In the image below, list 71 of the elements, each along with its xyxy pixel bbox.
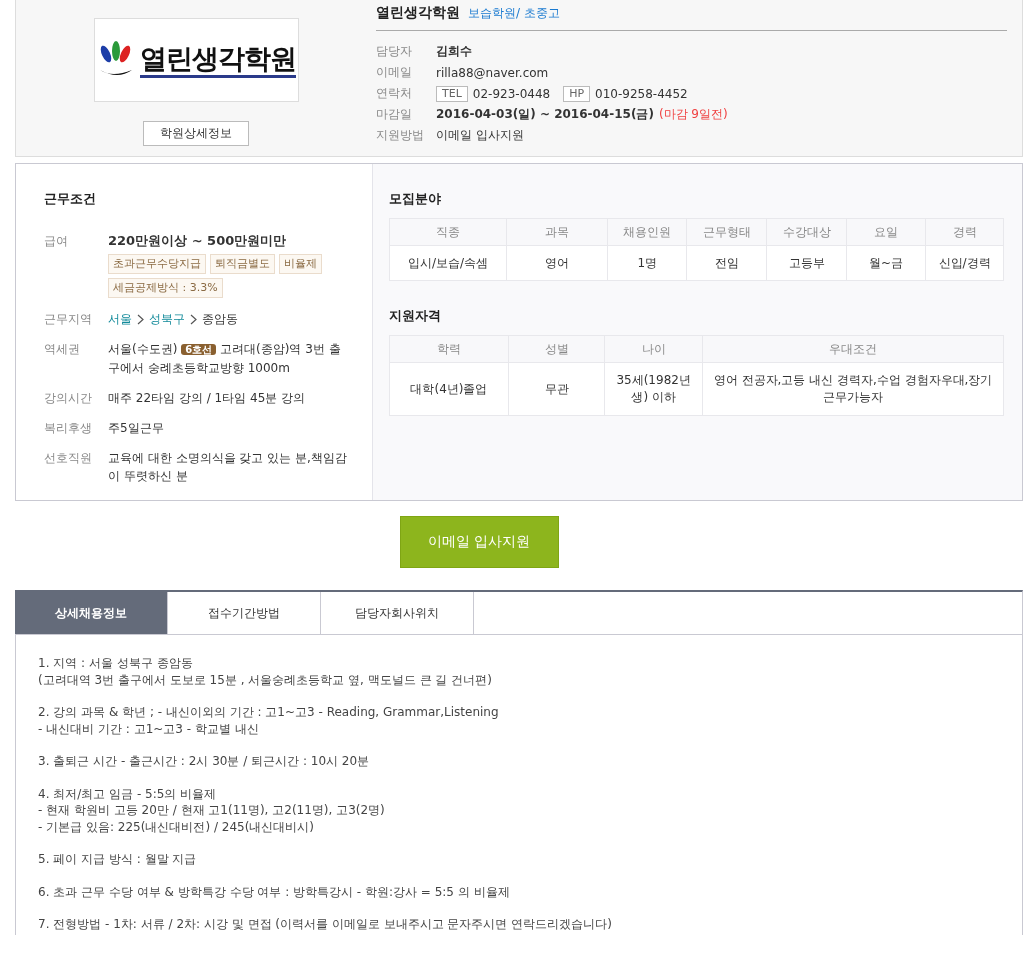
phone-type-tag: HP — [563, 85, 591, 102]
logo-text: 열린생각학원 — [140, 42, 296, 78]
field-label: 이메일 — [376, 64, 413, 81]
deadline-note: (마감 9일전) — [658, 106, 728, 123]
salary-tag: 세금공제방식 : 3.3% — [108, 278, 223, 298]
salary-tag: 초과근무수당지급 — [108, 254, 206, 274]
column-header: 채용인원 — [607, 218, 687, 246]
field-label: 역세권 — [44, 341, 81, 358]
column-header: 수강대상 — [766, 218, 847, 246]
column-header: 성별 — [508, 335, 605, 363]
deadline-dates: 2016-04-03(일) ~ 2016-04-15(금) — [436, 106, 654, 123]
tab[interactable]: 상세채용정보 — [15, 592, 168, 634]
field-label: 마감일 — [376, 106, 413, 123]
column-header: 직종 — [389, 218, 507, 246]
column-header: 나이 — [604, 335, 703, 363]
section-heading: 모집분야 — [389, 190, 442, 208]
table-cell: 영어 전공자,고등 내신 경력자,수업 경험자우대,장기 근무가능자 — [702, 362, 1004, 416]
location-link[interactable]: 서울 — [108, 310, 132, 328]
table-cell: 신입/경력 — [925, 245, 1004, 281]
phone-number: 010-9258-4452 — [595, 86, 688, 101]
table-cell: 1명 — [607, 245, 687, 281]
chevron-icon — [137, 313, 144, 325]
detail-paragraph: 6. 초과 근무 수당 여부 & 방학특강 수당 여부 : 방학특강시 - 학원:강사 = 5:5 의 비율제 — [38, 883, 511, 900]
field-label: 연락처 — [376, 85, 413, 102]
column-header: 학력 — [389, 335, 509, 363]
field-value: 주5일근무 — [108, 421, 164, 435]
field-value: 교육에 대한 소명의식을 갖고 있는 분,책임감이 뚜렷하신 분 — [108, 451, 347, 483]
detail-paragraph: 2. 강의 과목 & 학년 ; - 내신이외의 기간 : 고1~고3 - Reading, Grammar,Listening - 내신대비 기간 : 고1~고3 - 학교별 내신 — [38, 704, 500, 737]
academy-detail-button[interactable]: 학원상세정보 — [143, 121, 249, 146]
chevron-icon — [190, 313, 197, 325]
field-label: 강의시간 — [44, 390, 93, 407]
academy-name: 열린생각학원 — [376, 3, 460, 22]
table-cell: 영어 — [506, 245, 608, 281]
location-link[interactable]: 성북구 — [149, 310, 185, 328]
column-header: 경력 — [925, 218, 1004, 246]
academy-category-link[interactable]: 보습학원/ 초중고 — [468, 1, 560, 25]
field-label: 지원방법 — [376, 127, 425, 144]
detail-paragraph: 3. 출퇴근 시간 - 출근시간 : 2시 30분 / 퇴근시간 : 10시 20분 — [38, 753, 371, 770]
table-cell: 전임 — [686, 245, 767, 281]
field-label: 급여 — [44, 233, 69, 250]
section-heading: 근무조건 — [44, 190, 97, 208]
field-label: 근무지역 — [44, 311, 93, 328]
table-cell: 월~금 — [846, 245, 926, 281]
detail-paragraph: 5. 페이 지급 방식 : 월말 지급 — [38, 851, 198, 868]
location-text: 종암동 — [202, 311, 238, 328]
section-heading: 지원자격 — [389, 307, 442, 325]
table-cell: 대학(4년)졸업 — [389, 362, 509, 416]
detail-paragraph: 7. 전형방법 - 1차: 서류 / 2차: 시강 및 면접 (이력서를 이메일로 보내주시고 문자주시면 연락드리겠습니다) — [38, 916, 613, 933]
detail-paragraph: 1. 지역 : 서울 성북구 종암동 (고려대역 3번 출구에서 도보로 15분 , 서울숭례초등학교 옆, 맥도널드 큰 길 건너편) — [38, 655, 493, 688]
phone-type-tag: TEL — [436, 85, 468, 102]
field-label: 선호직원 — [44, 450, 93, 467]
field-value: 이메일 입사지원 — [436, 127, 524, 144]
table-cell: 35세(1982년생) 이하 — [604, 362, 703, 416]
detail-paragraph: 4. 최저/최고 임금 - 5:5의 비율제 - 현재 학원비 고등 20만 / 현재 고1(11명), 고2(11명), 고3(2명) - 기본급 있음: 225(내신대비전) / 245(내신대비시) — [38, 785, 386, 835]
column-header: 과목 — [506, 218, 608, 246]
station-info: 서울(수도권) 6호선 고려대(종암)역 3번 출구에서 숭례초등학교방향 1000m — [108, 341, 342, 377]
field-label: 담당자 — [376, 43, 413, 60]
salary-tag: 퇴직금별도 — [210, 254, 275, 274]
salary-range: 220만원이상 ~ 500만원미만 — [108, 232, 288, 250]
table-cell: 고등부 — [766, 245, 847, 281]
field-value: 김희수 — [436, 43, 472, 60]
column-header: 요일 — [846, 218, 926, 246]
table-cell: 무관 — [508, 362, 605, 416]
field-value: rilla88@naver.com — [436, 65, 549, 80]
phone-number: 02-923-0448 — [472, 86, 551, 101]
column-header: 근무형태 — [686, 218, 767, 246]
field-label: 복리후생 — [44, 420, 93, 437]
table-cell: 입시/보습/속셈 — [389, 245, 507, 281]
column-header: 우대조건 — [702, 335, 1004, 363]
salary-tag: 비율제 — [279, 254, 322, 274]
field-value: 매주 22타임 강의 / 1타임 45분 강의 — [108, 391, 306, 405]
